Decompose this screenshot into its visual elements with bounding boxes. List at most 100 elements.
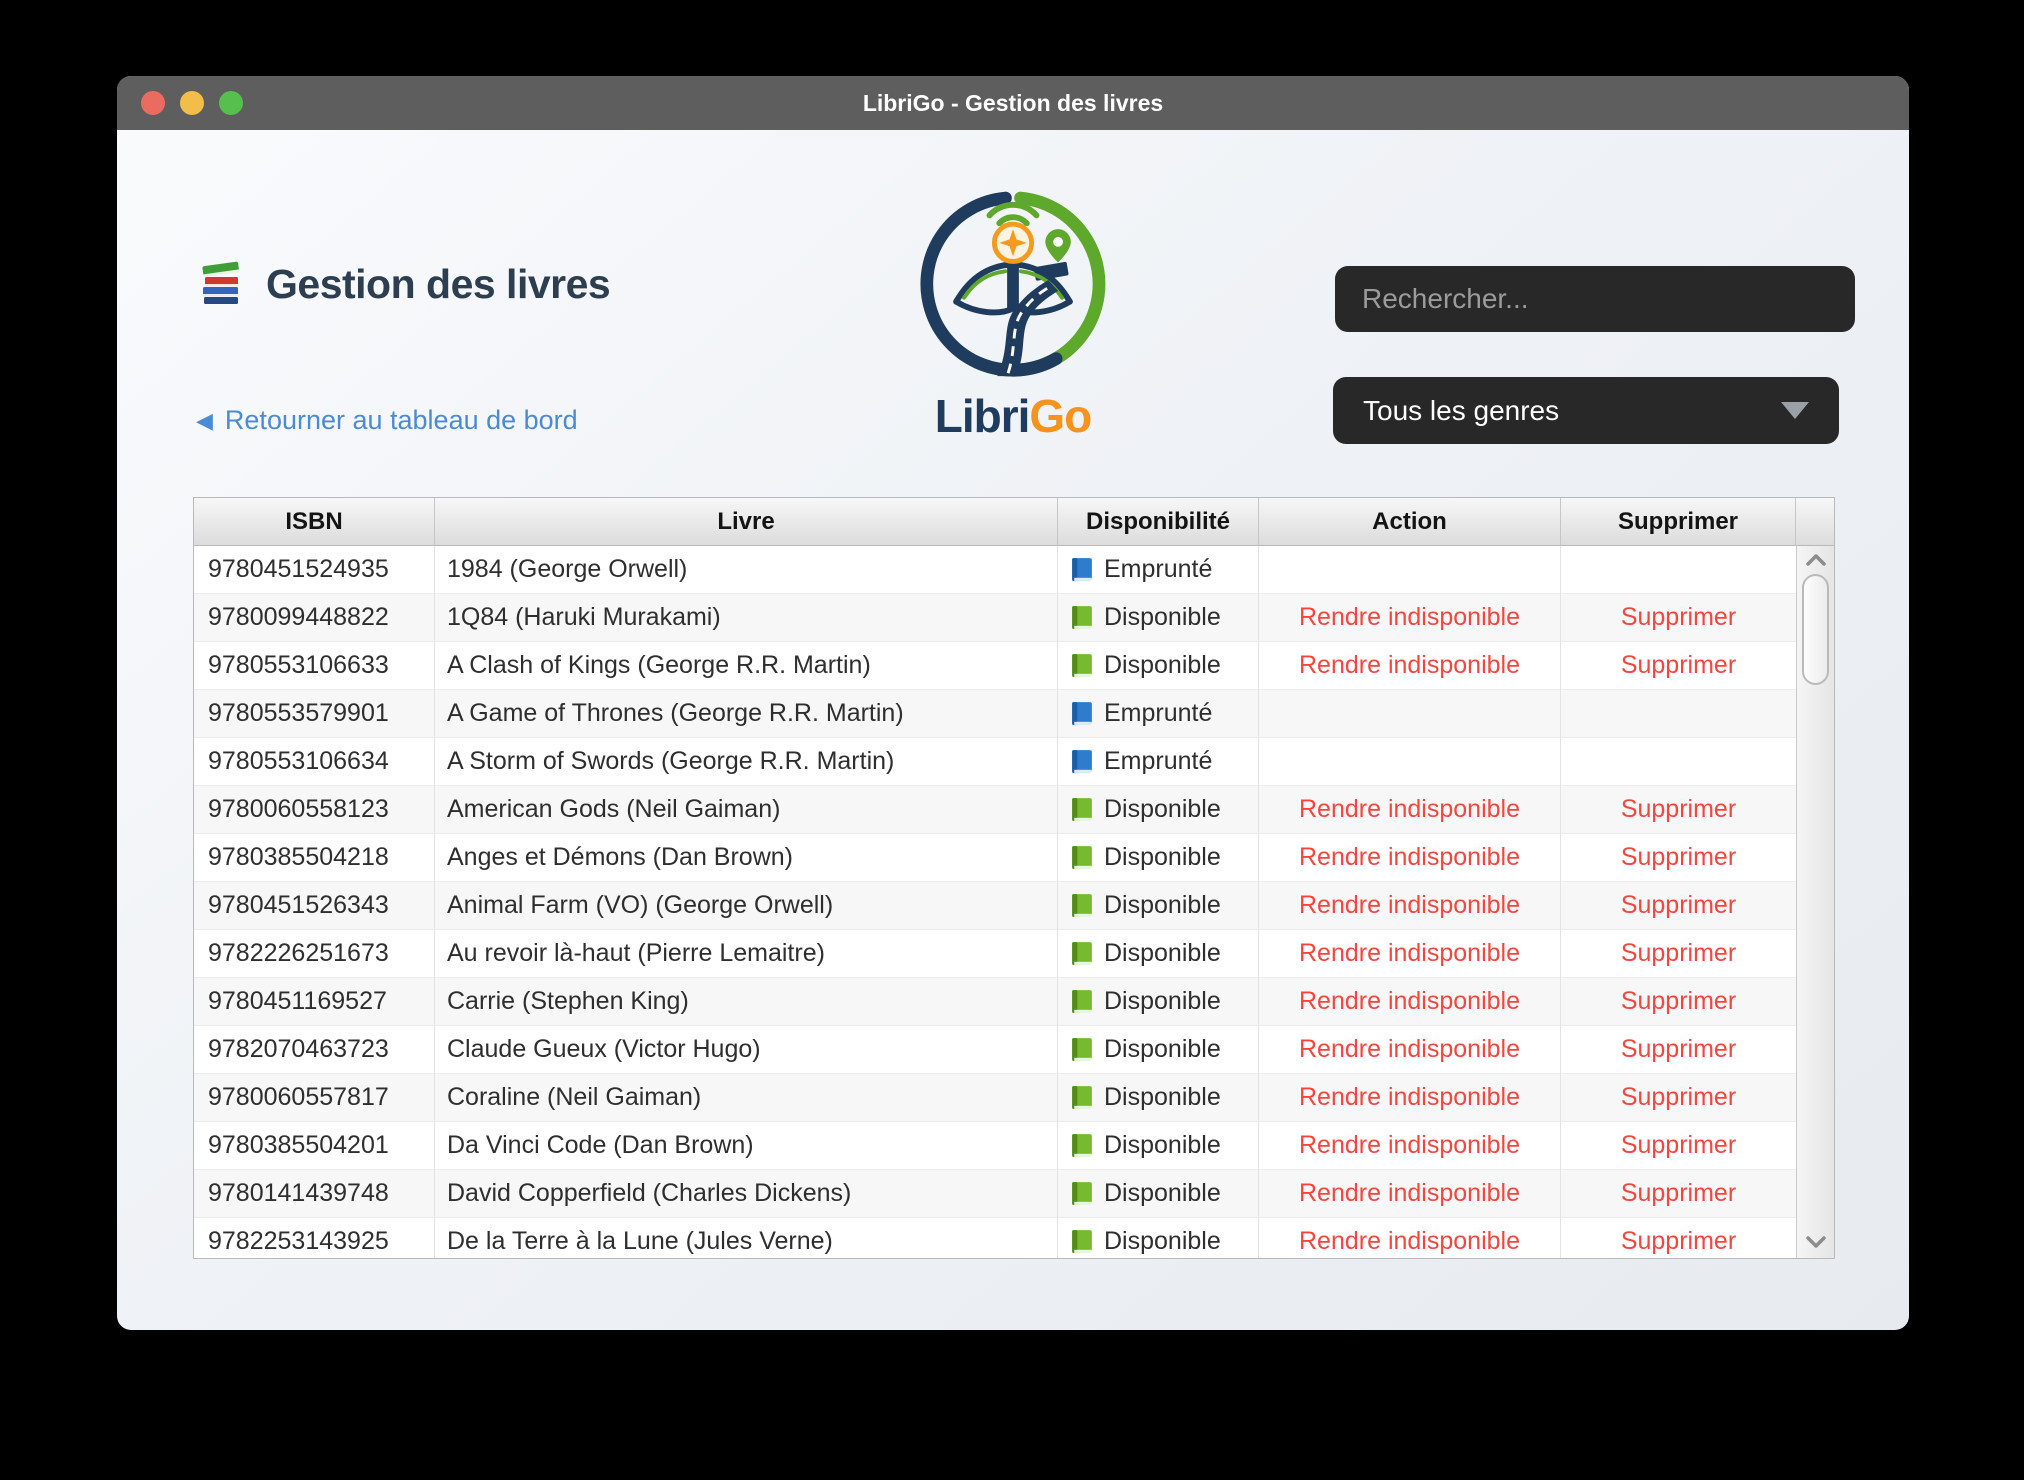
traffic-lights: [141, 76, 243, 130]
delete-cell: Supprimer: [1561, 1074, 1796, 1122]
action-cell: Rendre indisponible: [1259, 1074, 1561, 1122]
book-title-cell: Animal Farm (VO) (George Orwell): [435, 882, 1058, 930]
action-link[interactable]: Rendre indisponible: [1299, 1131, 1520, 1160]
blue-book-icon: [1068, 556, 1095, 583]
isbn-cell: 9780099448822: [194, 594, 435, 642]
status-label: Disponible: [1104, 1179, 1221, 1208]
delete-cell: Supprimer: [1561, 1026, 1796, 1074]
status-label: Disponible: [1104, 795, 1221, 824]
action-link[interactable]: Rendre indisponible: [1299, 843, 1520, 872]
book-title-cell: Anges et Démons (Dan Brown): [435, 834, 1058, 882]
delete-link[interactable]: Supprimer: [1621, 1035, 1736, 1064]
action-link[interactable]: Rendre indisponible: [1299, 651, 1520, 680]
delete-link[interactable]: Supprimer: [1621, 1131, 1736, 1160]
window-title: LibriGo - Gestion des livres: [863, 90, 1163, 117]
action-link[interactable]: Rendre indisponible: [1299, 1035, 1520, 1064]
book-title-cell: A Game of Thrones (George R.R. Martin): [435, 690, 1058, 738]
action-link[interactable]: Rendre indisponible: [1299, 987, 1520, 1016]
book-title-cell: Au revoir là-haut (Pierre Lemaitre): [435, 930, 1058, 978]
delete-link[interactable]: Supprimer: [1621, 987, 1736, 1016]
status-label: Emprunté: [1104, 555, 1212, 584]
availability-cell: Disponible: [1058, 786, 1259, 834]
delete-link[interactable]: Supprimer: [1621, 843, 1736, 872]
isbn-cell: 9780385504201: [194, 1122, 435, 1170]
scrollbar-thumb[interactable]: [1802, 574, 1829, 685]
table-row: 9780553106634 A Storm of Swords (George …: [194, 738, 1796, 786]
action-cell: Rendre indisponible: [1259, 978, 1561, 1026]
delete-cell: Supprimer: [1561, 1122, 1796, 1170]
table-row: 9782226251673 Au revoir là-haut (Pierre …: [194, 930, 1796, 978]
book-title-cell: 1Q84 (Haruki Murakami): [435, 594, 1058, 642]
minimize-window-button[interactable]: [180, 91, 204, 115]
action-link[interactable]: Rendre indisponible: [1299, 1227, 1520, 1256]
availability-cell: Disponible: [1058, 1026, 1259, 1074]
close-window-button[interactable]: [141, 91, 165, 115]
column-header-livre: Livre: [435, 498, 1058, 546]
green-book-icon: [1068, 892, 1095, 919]
book-title-cell: Da Vinci Code (Dan Brown): [435, 1122, 1058, 1170]
scroll-down-button[interactable]: [1797, 1235, 1834, 1249]
table-row: 9780451169527 Carrie (Stephen King) Disp…: [194, 978, 1796, 1026]
delete-link[interactable]: Supprimer: [1621, 891, 1736, 920]
status-label: Disponible: [1104, 891, 1221, 920]
librigo-logo: LibriGo: [913, 186, 1113, 443]
action-link[interactable]: Rendre indisponible: [1299, 939, 1520, 968]
isbn-cell: 9780451169527: [194, 978, 435, 1026]
genre-select[interactable]: Tous les genres: [1333, 377, 1839, 444]
screen-background: LibriGo - Gestion des livres Gestion des…: [0, 0, 2024, 1480]
delete-link[interactable]: Supprimer: [1621, 1227, 1736, 1256]
availability-cell: Emprunté: [1058, 546, 1259, 594]
book-title-cell: Claude Gueux (Victor Hugo): [435, 1026, 1058, 1074]
action-link[interactable]: Rendre indisponible: [1299, 1179, 1520, 1208]
action-link[interactable]: Rendre indisponible: [1299, 603, 1520, 632]
book-title-cell: Carrie (Stephen King): [435, 978, 1058, 1026]
action-link[interactable]: Rendre indisponible: [1299, 795, 1520, 824]
isbn-cell: 9780141439748: [194, 1170, 435, 1218]
delete-cell: Supprimer: [1561, 594, 1796, 642]
availability-cell: Disponible: [1058, 1218, 1259, 1258]
zoom-window-button[interactable]: [219, 91, 243, 115]
book-title-cell: 1984 (George Orwell): [435, 546, 1058, 594]
availability-cell: Disponible: [1058, 1074, 1259, 1122]
blue-book-icon: [1068, 700, 1095, 727]
delete-link[interactable]: Supprimer: [1621, 1179, 1736, 1208]
delete-cell: Supprimer: [1561, 1170, 1796, 1218]
page-title: Gestion des livres: [266, 261, 610, 308]
delete-cell: [1561, 546, 1796, 594]
isbn-cell: 9780060558123: [194, 786, 435, 834]
delete-link[interactable]: Supprimer: [1621, 603, 1736, 632]
search-input[interactable]: [1335, 266, 1855, 332]
action-cell: Rendre indisponible: [1259, 1122, 1561, 1170]
green-book-icon: [1068, 1084, 1095, 1111]
green-book-icon: [1068, 796, 1095, 823]
table-scrollbar[interactable]: [1796, 546, 1834, 1258]
green-book-icon: [1068, 1228, 1095, 1255]
table-row: 9780099448822 1Q84 (Haruki Murakami) Dis…: [194, 594, 1796, 642]
green-book-icon: [1068, 652, 1095, 679]
table-row: 9780553579901 A Game of Thrones (George …: [194, 690, 1796, 738]
librigo-logo-graphic: [915, 369, 1111, 386]
back-to-dashboard-link[interactable]: ◀ Retourner au tableau de bord: [196, 405, 578, 436]
isbn-cell: 9780451524935: [194, 546, 435, 594]
chevron-down-icon: [1804, 1235, 1828, 1249]
delete-cell: [1561, 738, 1796, 786]
action-link[interactable]: Rendre indisponible: [1299, 891, 1520, 920]
scroll-up-button[interactable]: [1797, 553, 1834, 567]
table-header-row: ISBN Livre Disponibilité Action Supprime…: [194, 498, 1834, 546]
green-book-icon: [1068, 1132, 1095, 1159]
table-row: 9780060558123 American Gods (Neil Gaiman…: [194, 786, 1796, 834]
delete-link[interactable]: Supprimer: [1621, 939, 1736, 968]
action-link[interactable]: Rendre indisponible: [1299, 1083, 1520, 1112]
books-table: ISBN Livre Disponibilité Action Supprime…: [193, 497, 1835, 1259]
delete-link[interactable]: Supprimer: [1621, 795, 1736, 824]
table-row: 9782070463723 Claude Gueux (Victor Hugo)…: [194, 1026, 1796, 1074]
table-row: 9780553106633 A Clash of Kings (George R…: [194, 642, 1796, 690]
book-title-cell: A Clash of Kings (George R.R. Martin): [435, 642, 1058, 690]
status-label: Emprunté: [1104, 699, 1212, 728]
books-stack-icon: [196, 259, 246, 310]
window-titlebar: LibriGo - Gestion des livres: [117, 76, 1909, 130]
chevron-down-icon: [1781, 402, 1809, 419]
delete-link[interactable]: Supprimer: [1621, 651, 1736, 680]
green-book-icon: [1068, 1180, 1095, 1207]
delete-link[interactable]: Supprimer: [1621, 1083, 1736, 1112]
